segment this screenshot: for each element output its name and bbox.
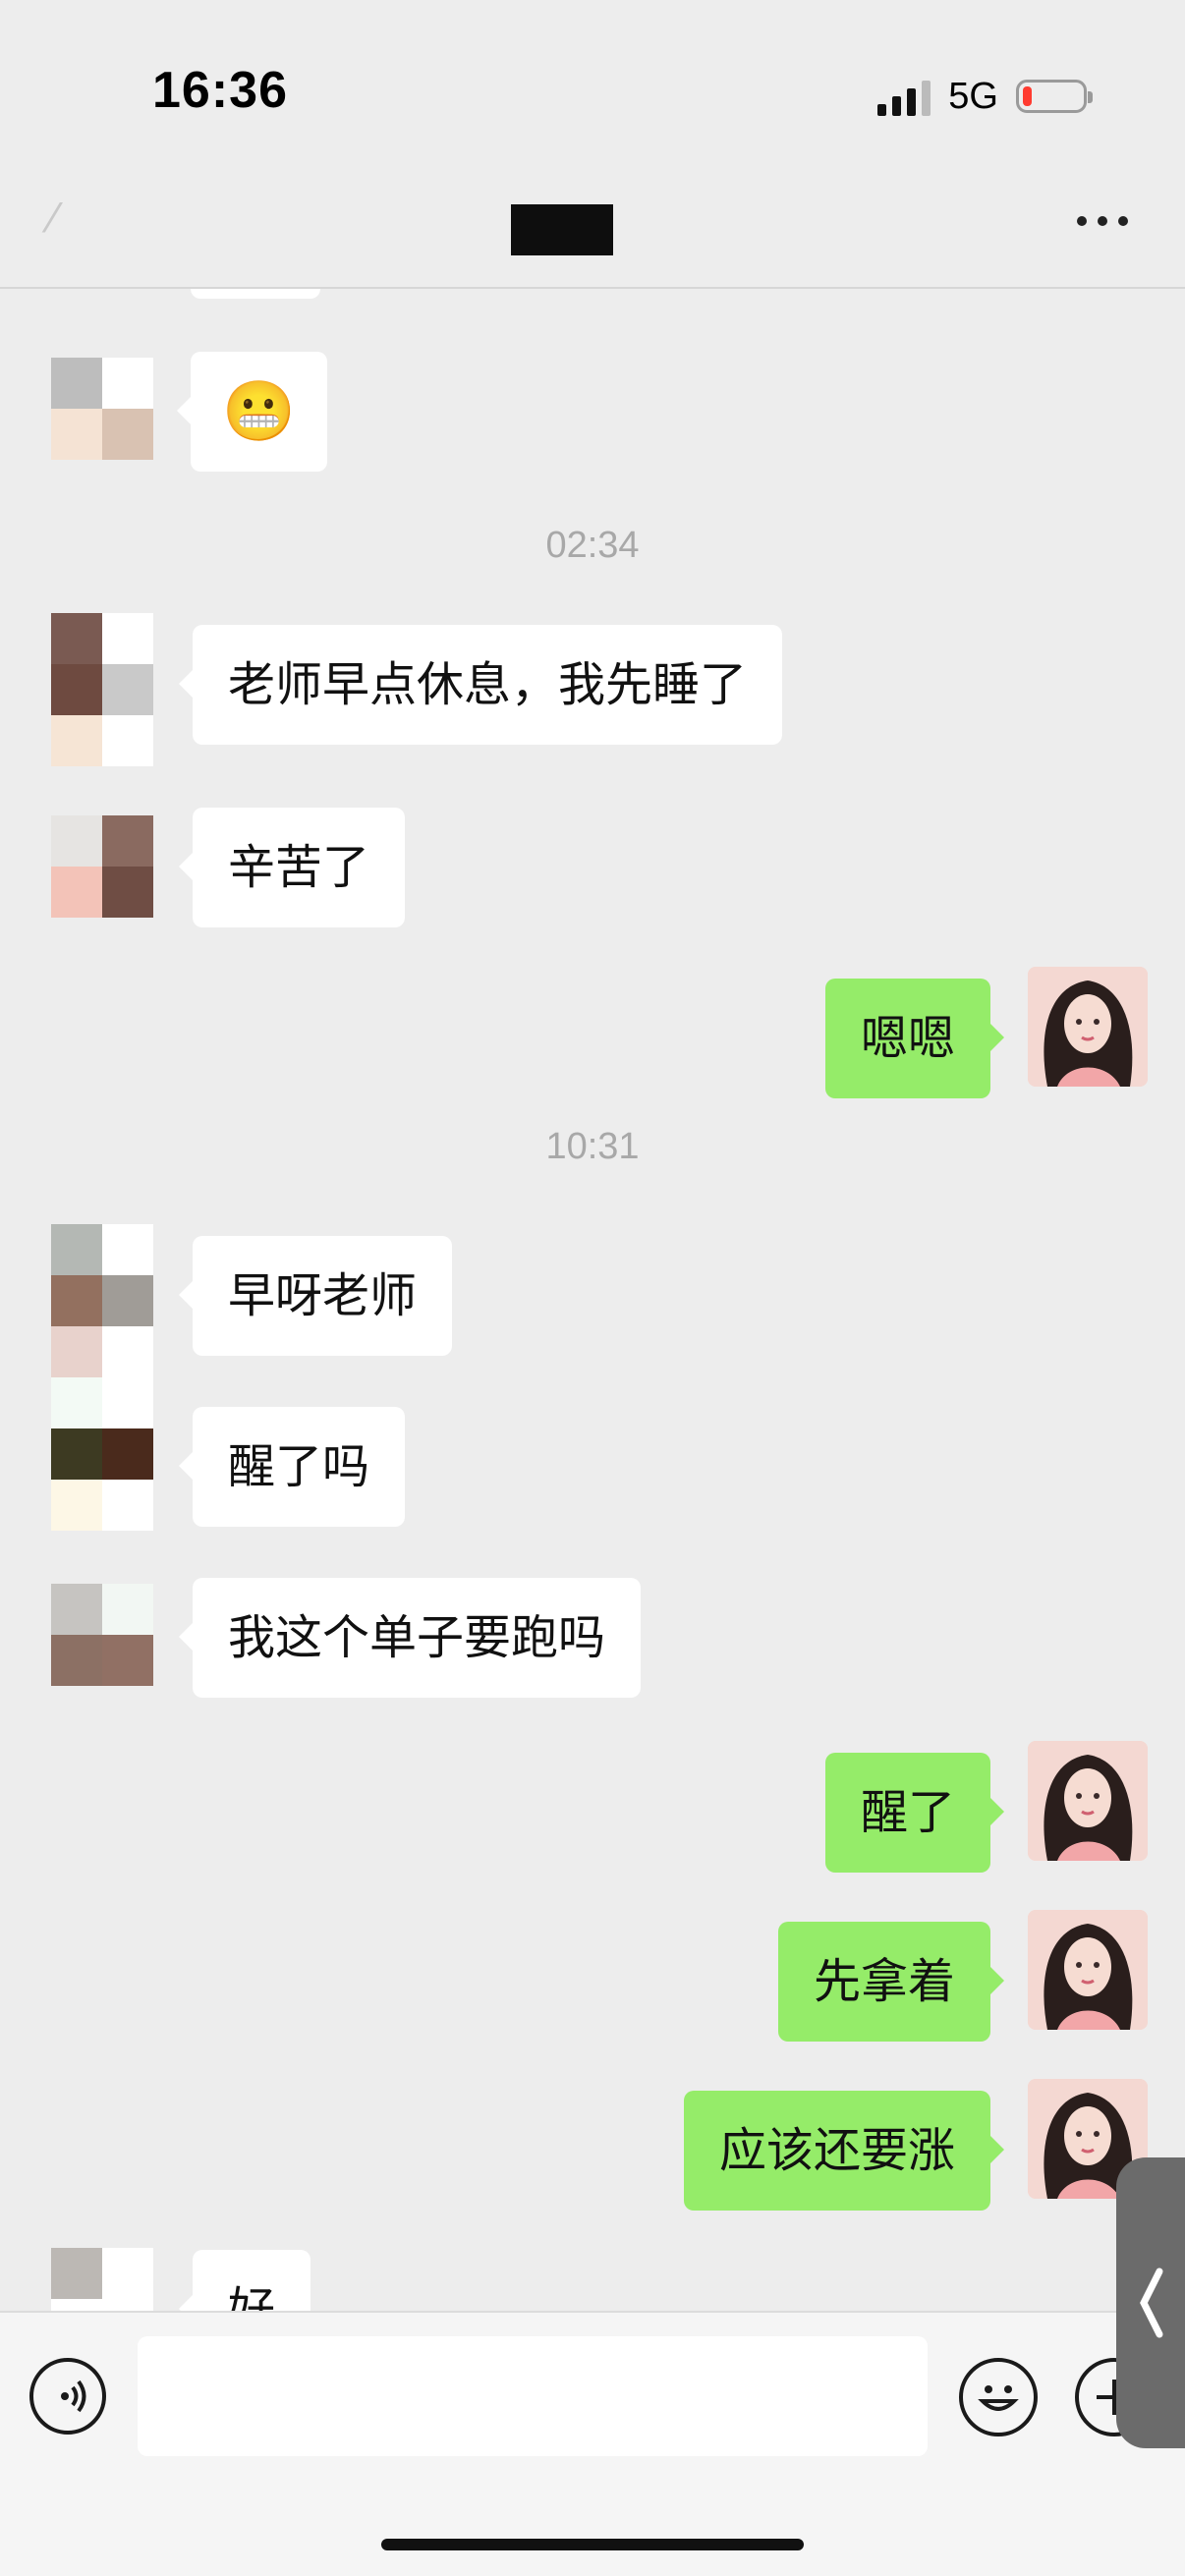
timestamp: 10:31 bbox=[545, 1126, 640, 1167]
emoji-icon[interactable] bbox=[959, 2358, 1038, 2436]
my-message-bubble[interactable]: 先拿着 bbox=[777, 1922, 1005, 2042]
my-avatar[interactable] bbox=[1028, 1910, 1148, 2030]
contact-avatar[interactable] bbox=[51, 1377, 153, 1531]
side-drawer-handle[interactable] bbox=[1116, 2157, 1185, 2448]
my-avatar[interactable] bbox=[1028, 1741, 1148, 1861]
status-icons: 5G bbox=[877, 69, 1093, 124]
back-icon[interactable]: ⁄ bbox=[49, 196, 56, 242]
my-message-bubble[interactable]: 嗯嗯 bbox=[824, 979, 1005, 1098]
my-message-bubble[interactable]: 醒了 bbox=[824, 1753, 1005, 1873]
message-bubble[interactable]: 我这个单子要跑吗 bbox=[178, 1578, 642, 1698]
timestamp: 02:34 bbox=[545, 525, 640, 566]
emoji-bubble[interactable]: 😬 bbox=[177, 352, 327, 472]
chat-header: ⁄ bbox=[0, 157, 1185, 289]
contact-avatar[interactable] bbox=[51, 2248, 153, 2311]
contact-avatar[interactable] bbox=[51, 815, 153, 918]
message-bubble-partial bbox=[191, 289, 320, 299]
message-bubble[interactable]: 早呀老师 bbox=[178, 1236, 453, 1356]
contact-avatar[interactable] bbox=[51, 1224, 153, 1377]
message-bubble[interactable]: 老师早点休息，我先睡了 bbox=[178, 625, 783, 745]
battery-icon bbox=[1016, 80, 1093, 113]
contact-avatar[interactable] bbox=[51, 1584, 153, 1686]
my-avatar[interactable] bbox=[1028, 967, 1148, 1087]
contact-avatar[interactable] bbox=[51, 358, 153, 460]
message-bubble[interactable]: 醒了吗 bbox=[178, 1407, 406, 1527]
message-bubble[interactable]: 好 bbox=[178, 2250, 311, 2311]
home-indicator[interactable] bbox=[381, 2539, 804, 2550]
chat-title-redacted bbox=[511, 204, 613, 255]
input-bar bbox=[0, 2311, 1185, 2576]
voice-icon[interactable] bbox=[29, 2358, 106, 2435]
signal-icon bbox=[877, 77, 931, 116]
message-input[interactable] bbox=[138, 2336, 928, 2456]
more-dots-icon[interactable] bbox=[1077, 216, 1128, 226]
contact-avatar[interactable] bbox=[51, 613, 153, 766]
status-time: 16:36 bbox=[152, 62, 288, 119]
network-type: 5G bbox=[948, 75, 998, 117]
message-bubble[interactable]: 辛苦了 bbox=[178, 808, 406, 927]
message-list[interactable]: 😬 02:34 老师早点休息，我先睡了 辛苦了 嗯嗯 10:31 早呀老师 醒了… bbox=[0, 289, 1185, 2311]
my-message-bubble[interactable]: 应该还要涨 bbox=[683, 2091, 1005, 2211]
